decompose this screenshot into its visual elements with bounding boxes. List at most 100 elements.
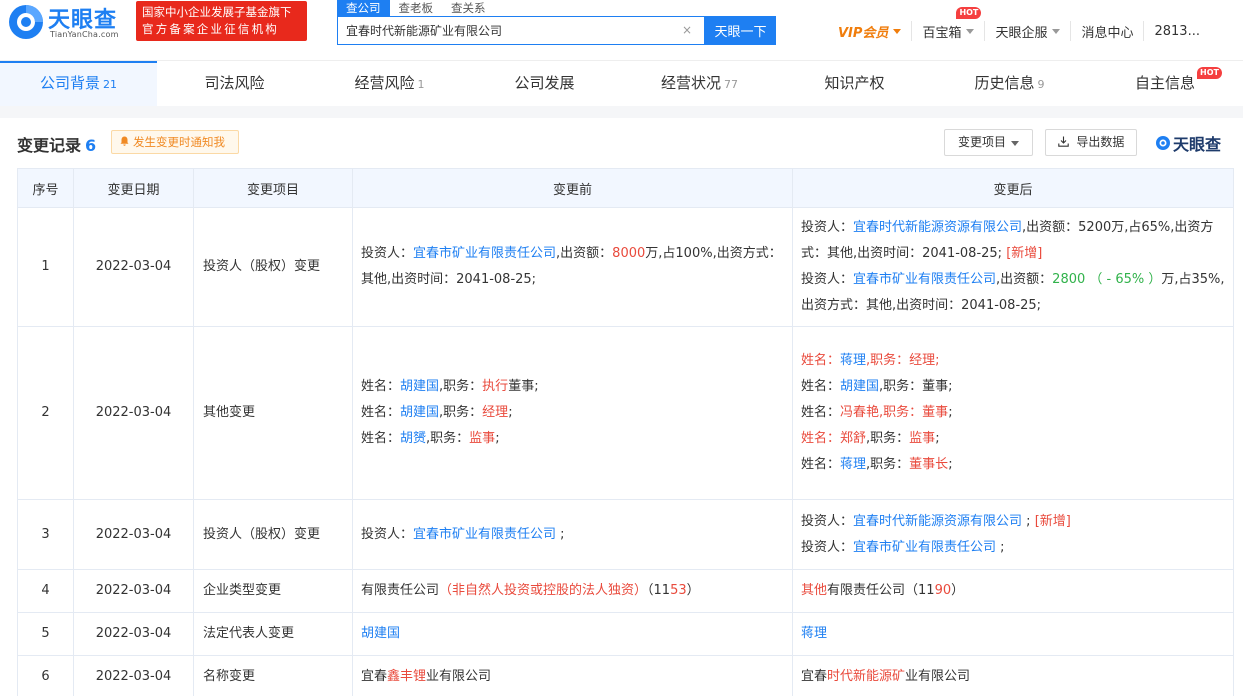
entity-link[interactable]: 宜春市矿业有限责任公司 [853, 540, 996, 555]
change-text: 其他 [801, 583, 828, 598]
change-text: ; [1022, 513, 1035, 529]
entity-link[interactable]: 宜春时代新能源资源有限公司 [853, 514, 1022, 529]
change-item-filter[interactable]: 变更项目 [944, 129, 1033, 156]
search-tab-company[interactable]: 查公司 [337, 0, 390, 16]
user-account-menu[interactable]: 2813... [1144, 21, 1209, 41]
change-text: 姓名： [361, 405, 401, 420]
section-title-text: 变更记录 [17, 136, 82, 155]
notify-on-change-button[interactable]: 发生变更时通知我 [111, 130, 239, 154]
treasure-box-menu[interactable]: 百宝箱 HOT [912, 7, 986, 41]
row-change-date: 2022-03-04 [73, 326, 194, 500]
table-row: 4 2022-03-04 企业类型变更 有限责任公司（非自然人投资或控股的法人独资）（… [17, 569, 1234, 613]
change-text: ,职务： [866, 457, 910, 472]
change-text: 监事 [909, 431, 936, 446]
row-change-date: 2022-03-04 [73, 655, 194, 696]
row-after: 其他有限责任公司（1190） [792, 569, 1234, 613]
table-row: 5 2022-03-04 法定代表人变更 胡建国 蒋理 [17, 612, 1234, 656]
brand-text: 天眼查 [1173, 135, 1222, 154]
tab-intellectual-property[interactable]: 知识产权 [777, 61, 932, 106]
search-tab-relation[interactable]: 查关系 [442, 0, 495, 16]
tab-count: 21 [103, 78, 117, 91]
row-after: 投资人：宜春时代新能源资源有限公司 ; [新增] 投资人：宜春市矿业有限责任公司 … [792, 499, 1234, 570]
change-text: ; [948, 405, 953, 420]
change-line: 有限责任公司（非自然人投资或控股的法人独资）（1153） [361, 578, 785, 604]
entity-link[interactable]: 宜春时代新能源资源有限公司 [853, 220, 1022, 235]
row-index: 4 [17, 569, 74, 613]
entity-link[interactable]: 胡建国 [840, 379, 879, 394]
row-change-item: 企业类型变更 [193, 569, 353, 613]
top-nav: VIP会员 百宝箱 HOT 天眼企服 消息中心 2813... [838, 7, 1210, 42]
entity-link[interactable]: 宜春市矿业有限责任公司 [853, 272, 996, 287]
change-text: 执行 [482, 379, 509, 394]
vip-menu[interactable]: VIP会员 [838, 21, 913, 41]
change-line: 投资人：宜春市矿业有限责任公司 ; [361, 522, 785, 548]
message-center-link[interactable]: 消息中心 [1071, 21, 1145, 41]
change-text: 姓名： [801, 353, 841, 368]
change-line: 姓名：胡建国,职务：经理; [361, 400, 785, 426]
official-badge: 国家中小企业发展子基金旗下 官方备案企业征信机构 [136, 1, 307, 41]
change-text: ; [508, 405, 513, 420]
hot-badge: HOT [956, 7, 982, 19]
entity-link[interactable]: 蒋理 [840, 353, 866, 368]
change-text: 投资人： [801, 539, 854, 555]
export-label: 导出数据 [1076, 135, 1125, 149]
row-before: 宜春鑫丰锂业有限公司 [352, 655, 793, 696]
entity-link[interactable]: 胡赟 [400, 431, 426, 446]
row-index: 5 [17, 612, 74, 656]
enterprise-service-menu[interactable]: 天眼企服 [985, 21, 1072, 41]
change-line: 投资人：宜春时代新能源资源有限公司,出资额：5200万,占65%,出资方式：其他… [801, 215, 1226, 267]
entity-link[interactable]: 胡建国 [400, 379, 439, 394]
change-text: ; [556, 526, 565, 542]
tab-label: 公司发展 [514, 74, 575, 92]
change-text: 业有限公司 [905, 669, 971, 684]
search-box: × [337, 16, 705, 45]
row-after: 投资人：宜春时代新能源资源有限公司,出资额：5200万,占65%,出资方式：其他… [792, 207, 1234, 327]
entity-link[interactable]: 胡建国 [400, 405, 439, 420]
row-before: 投资人：宜春市矿业有限责任公司,出资额：8000万,占100%,出资方式：其他,… [352, 207, 793, 327]
change-text: ,职务： [439, 379, 483, 394]
row-change-item: 名称变更 [193, 655, 353, 696]
tab-self-info[interactable]: 自主信息 HOT [1087, 61, 1243, 106]
search-input[interactable] [338, 17, 678, 44]
tab-history[interactable]: 历史信息 9 [932, 61, 1087, 106]
change-text: 90 [934, 583, 952, 598]
table-header-row: 序号 变更日期 变更项目 变更前 变更后 [17, 168, 1234, 208]
clear-search-icon[interactable]: × [680, 23, 694, 37]
tab-business-status[interactable]: 经营状况 77 [622, 61, 777, 106]
entity-link[interactable]: 蒋理 [840, 457, 866, 472]
entity-link[interactable]: 胡建国 [361, 626, 400, 641]
change-text: [新增] [1034, 513, 1071, 529]
row-index: 3 [17, 499, 74, 570]
entity-link[interactable]: 宜春市矿业有限责任公司 [413, 527, 556, 542]
tab-legal-risk[interactable]: 司法风险 [157, 61, 312, 106]
logo-subtext: TianYanCha.com [50, 30, 119, 39]
change-text: 投资人： [361, 526, 414, 542]
change-line: 姓名：郑舒,职务：监事; [801, 426, 1226, 452]
change-line: 其他有限责任公司（1190） [801, 578, 1226, 604]
tab-company-development[interactable]: 公司发展 [467, 61, 622, 106]
change-text: 姓名： [361, 379, 401, 394]
change-line: 姓名：胡赟,职务：监事; [361, 426, 785, 452]
row-index: 2 [17, 326, 74, 500]
site-logo[interactable]: 天眼查 TianYanCha.com [6, 2, 130, 42]
change-line: 胡建国 [361, 621, 785, 647]
entity-link[interactable]: 蒋理 [801, 626, 827, 641]
col-header-before: 变更前 [352, 168, 793, 208]
tab-operating-risk[interactable]: 经营风险 1 [312, 61, 467, 106]
change-text: 姓名： [801, 379, 841, 394]
filter-label: 变更项目 [957, 135, 1006, 149]
export-data-button[interactable]: 导出数据 [1045, 129, 1137, 156]
chevron-down-icon [966, 28, 975, 34]
tab-company-background[interactable]: 公司背景 21 [0, 61, 157, 106]
entity-link[interactable]: 宜春市矿业有限责任公司 [413, 246, 556, 261]
tab-label: 自主信息 [1134, 74, 1195, 92]
change-records-panel: 变更记录 6 发生变更时通知我 变更项目 导出数据 天眼查 序号 变更日期 变更项… [0, 118, 1243, 696]
official-badge-line1: 国家中小企业发展子基金旗下 [142, 5, 292, 19]
search-tab-boss[interactable]: 查老板 [390, 0, 443, 16]
tab-label: 司法风险 [204, 74, 265, 92]
row-index: 1 [17, 207, 74, 327]
search-button[interactable]: 天眼一下 [705, 16, 776, 45]
section-count: 6 [85, 136, 97, 155]
change-line: 投资人：宜春市矿业有限责任公司,出资额：8000万,占100%,出资方式：其他,… [361, 241, 785, 293]
change-text: 姓名： [361, 431, 401, 446]
